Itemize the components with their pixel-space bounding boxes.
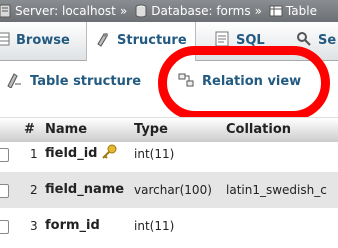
database-icon [134, 3, 148, 18]
field-name: field_name [45, 182, 125, 197]
table-icon [269, 3, 283, 17]
breadcrumb-server[interactable]: Server: localhost [15, 4, 116, 18]
primary-key-icon [101, 139, 117, 159]
field-type: int(11) [134, 147, 175, 161]
field-name-text: field_id [45, 146, 98, 161]
row-number: 2 [30, 183, 38, 197]
breadcrumb-separator: » [254, 4, 262, 18]
row-checkbox[interactable] [0, 148, 9, 162]
search-icon [296, 25, 312, 46]
field-name: field_id [45, 136, 117, 172]
breadcrumb: Server: localhost» Database: forms» Tabl… [0, 0, 338, 22]
browse-icon [0, 25, 10, 46]
subtab-table-structure[interactable]: Table structure [6, 61, 141, 103]
highlight-circle [158, 46, 330, 120]
table-row: 2 field_name varchar(100) latin1_swedish… [0, 172, 338, 208]
structure-icon [95, 25, 111, 47]
field-name: form_id [45, 218, 100, 233]
tab-browse-label: Browse [16, 33, 70, 48]
breadcrumb-separator: » [119, 4, 128, 18]
server-icon [0, 3, 12, 18]
row-number: 1 [30, 147, 38, 161]
breadcrumb-database[interactable]: Database: forms [151, 4, 250, 18]
breadcrumb-table[interactable]: Table [286, 4, 317, 18]
row-checkbox[interactable] [0, 220, 9, 234]
table-structure-icon [6, 64, 22, 89]
field-collation: latin1_swedish_c [226, 183, 327, 197]
field-type: varchar(100) [134, 183, 212, 197]
subtab-table-structure-label: Table structure [30, 74, 142, 89]
table-row: 3 form_id int(11) [0, 208, 338, 244]
field-type: int(11) [134, 219, 175, 233]
table-row: 1 field_id int(11) [0, 136, 338, 172]
row-number: 3 [30, 219, 38, 233]
sql-icon [214, 25, 230, 47]
tab-structure-label: Structure [117, 33, 187, 48]
row-checkbox[interactable] [0, 184, 9, 198]
tab-search-label: Se [318, 33, 337, 48]
tab-browse[interactable]: Browse [0, 22, 70, 60]
